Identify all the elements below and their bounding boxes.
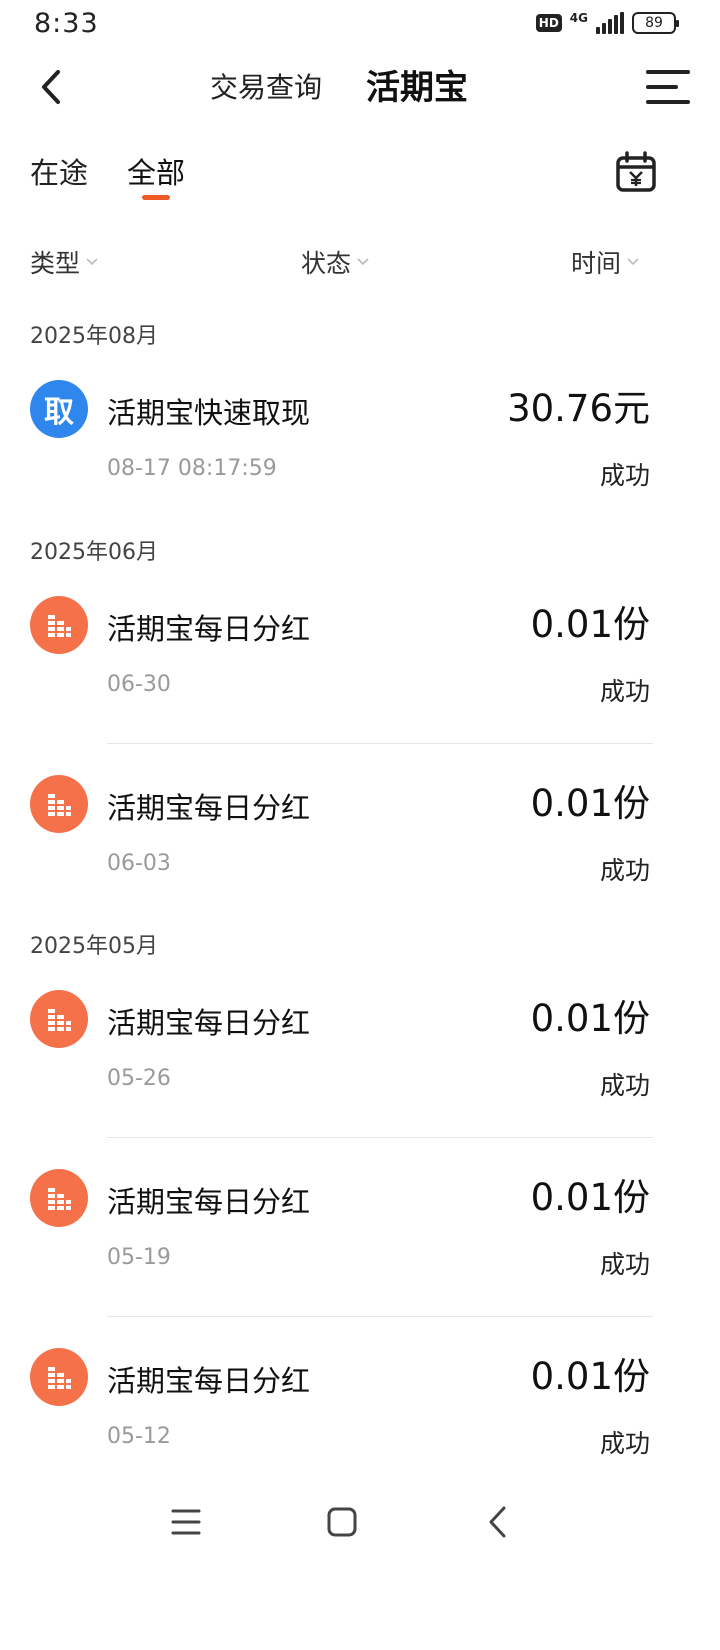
transaction-amount: 0.01份: [530, 782, 650, 825]
transaction-status: 成功: [599, 1250, 650, 1279]
divider: [107, 1316, 653, 1317]
network-type: 4G: [569, 11, 588, 25]
chevron-down-icon: [86, 258, 98, 266]
sub-tabs: 在途 全部: [0, 140, 720, 210]
status-time: 8:33: [34, 8, 99, 39]
transaction-amount: 0.01份: [530, 1355, 650, 1398]
battery-icon: 89: [632, 12, 679, 34]
chevron-down-icon: [357, 258, 369, 266]
dividend-icon: [30, 990, 88, 1048]
filter-status[interactable]: 状态: [301, 244, 371, 280]
transaction-date: 05-19: [107, 1245, 171, 1270]
home-button[interactable]: [322, 1502, 362, 1542]
transaction-row[interactable]: 活期宝每日分红 05-19 0.01份 成功: [0, 1151, 720, 1291]
transaction-title: 活期宝每日分红: [107, 612, 311, 646]
chevron-left-icon: [42, 70, 60, 104]
active-tab-indicator: [142, 195, 170, 200]
filter-bar: 类型 状态 时间: [0, 240, 720, 284]
transaction-row[interactable]: 活期宝每日分红 05-26 0.01份 成功: [0, 972, 720, 1112]
filter-type-label: 类型: [30, 249, 81, 278]
transaction-amount: 30.76元: [507, 387, 650, 430]
menu-button[interactable]: [642, 64, 694, 110]
dividend-icon: [30, 1348, 88, 1406]
transaction-row[interactable]: 活期宝每日分红 05-12 0.01份 成功: [0, 1330, 720, 1470]
transaction-title: 活期宝每日分红: [107, 1185, 311, 1219]
transaction-row[interactable]: 活期宝每日分红 06-30 0.01份 成功: [0, 578, 720, 718]
tab-huoqibao[interactable]: 活期宝: [366, 60, 468, 109]
transaction-date: 06-30: [107, 672, 171, 697]
header-nav: 交易查询 活期宝: [0, 52, 720, 122]
signal-icon: [596, 12, 624, 34]
transaction-title: 活期宝每日分红: [107, 1006, 311, 1040]
transaction-amount: 0.01份: [530, 997, 650, 1040]
square-icon: [327, 1507, 357, 1537]
menu-icon: [646, 70, 690, 104]
transaction-status: 成功: [599, 461, 650, 490]
filter-status-label: 状态: [301, 249, 352, 278]
filter-time-label: 时间: [571, 249, 622, 278]
menu-lines-icon: [171, 1509, 201, 1535]
withdraw-icon: 取: [30, 380, 88, 438]
dividend-icon: [30, 775, 88, 833]
transaction-status: 成功: [599, 1071, 650, 1100]
system-nav-bar: [0, 1490, 720, 1560]
divider: [107, 1137, 653, 1138]
month-header: 2025年06月: [30, 540, 158, 565]
month-header: 2025年05月: [30, 934, 158, 959]
back-button[interactable]: [26, 62, 76, 112]
tab-in-transit[interactable]: 在途: [30, 150, 88, 192]
transaction-amount: 0.01份: [530, 603, 650, 646]
transaction-status: 成功: [599, 1429, 650, 1458]
filter-type[interactable]: 类型: [30, 244, 100, 280]
dividend-icon: [30, 1169, 88, 1227]
calendar-yen-icon: [616, 151, 656, 192]
recent-apps-button[interactable]: [166, 1502, 206, 1542]
transaction-title: 活期宝每日分红: [107, 1364, 311, 1398]
chevron-down-icon: [627, 258, 639, 266]
transaction-date: 05-26: [107, 1066, 171, 1091]
hd-badge: HD: [535, 14, 562, 32]
transaction-status: 成功: [599, 856, 650, 885]
dividend-icon: [30, 596, 88, 654]
status-bar: 8:33 HD 4G 89: [0, 0, 720, 52]
transaction-date: 06-03: [107, 851, 171, 876]
divider: [107, 743, 653, 744]
transaction-title: 活期宝每日分红: [107, 791, 311, 825]
transaction-date: 05-12: [107, 1424, 171, 1449]
transaction-amount: 0.01份: [530, 1176, 650, 1219]
tab-all[interactable]: 全部: [127, 150, 185, 192]
transaction-status: 成功: [599, 677, 650, 706]
filter-time[interactable]: 时间: [571, 244, 641, 280]
transaction-title: 活期宝快速取现: [107, 396, 311, 430]
transaction-row[interactable]: 活期宝每日分红 06-03 0.01份 成功: [0, 757, 720, 897]
calendar-button[interactable]: [614, 150, 658, 194]
status-indicators: HD 4G 89: [535, 11, 679, 34]
month-header: 2025年08月: [30, 324, 158, 349]
system-back-button[interactable]: [478, 1502, 518, 1542]
transaction-date: 08-17 08:17:59: [107, 456, 277, 481]
chevron-left-icon: [489, 1506, 506, 1538]
transaction-row[interactable]: 取 活期宝快速取现 08-17 08:17:59 30.76元 成功: [0, 362, 720, 502]
tab-transaction-query[interactable]: 交易查询: [210, 66, 322, 106]
